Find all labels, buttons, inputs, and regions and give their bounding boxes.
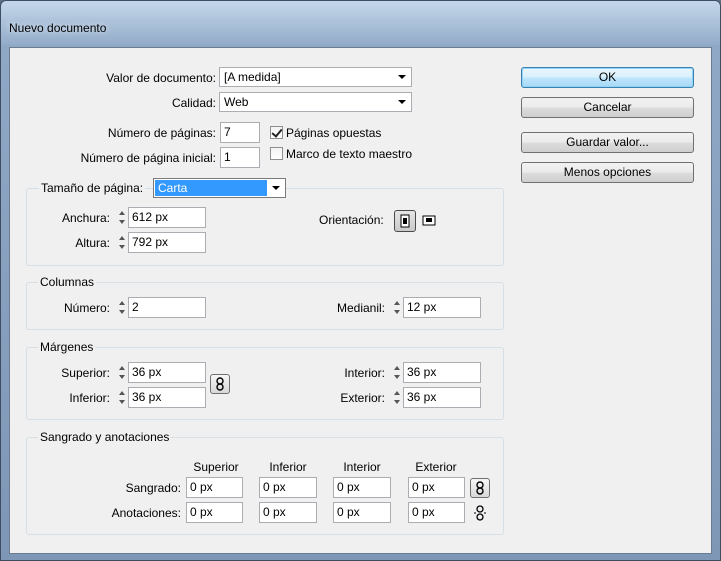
page-size-dropdown[interactable]: Carta <box>153 178 286 198</box>
arrow-down-icon <box>119 310 125 314</box>
margin-top-stepper[interactable] <box>117 362 127 383</box>
pages-label: Número de páginas: <box>107 126 216 140</box>
preset-dropdown[interactable]: [A medida] <box>219 67 412 87</box>
start-page-label: Número de página inicial: <box>80 151 216 165</box>
slug-bottom-input[interactable]: 0 px <box>259 502 317 523</box>
slug-inside-input[interactable]: 0 px <box>333 502 391 523</box>
arrow-up-icon <box>119 366 125 370</box>
title-bar[interactable]: Nuevo documento <box>1 1 720 45</box>
facing-pages-label: Páginas opuestas <box>286 126 382 140</box>
bleed-inside-input[interactable]: 0 px <box>333 477 391 498</box>
fewer-options-button[interactable]: Menos opciones <box>521 162 694 183</box>
dialog-body: Valor de documento: [A medida] Calidad: … <box>9 47 712 554</box>
margin-top-input[interactable]: 36 px <box>128 362 206 383</box>
height-input[interactable]: 792 px <box>128 232 206 253</box>
arrow-up-icon <box>119 236 125 240</box>
margins-link-button[interactable] <box>210 374 230 394</box>
start-page-input[interactable]: 1 <box>220 147 260 168</box>
arrow-down-icon <box>394 310 400 314</box>
margin-inside-label: Interior: <box>344 366 385 380</box>
bleed-top-input[interactable]: 0 px <box>186 477 243 498</box>
arrow-down-icon <box>119 375 125 379</box>
bleed-header-top: Superior <box>193 460 239 474</box>
orientation-label: Orientación: <box>319 213 384 227</box>
master-text-frame-checkbox[interactable] <box>270 147 283 160</box>
bleed-header-inside: Interior <box>343 460 381 474</box>
intent-dropdown[interactable]: Web <box>219 92 412 112</box>
chevron-down-icon <box>272 186 280 190</box>
arrow-up-icon <box>119 391 125 395</box>
intent-value: Web <box>224 95 249 109</box>
margins-group <box>26 347 504 420</box>
bleed-link-button[interactable] <box>470 478 490 498</box>
margin-outside-stepper[interactable] <box>392 387 402 408</box>
width-input[interactable]: 612 px <box>128 207 206 228</box>
slug-outside-input[interactable]: 0 px <box>408 502 465 523</box>
bleed-bottom-input[interactable]: 0 px <box>259 477 317 498</box>
master-text-frame-label: Marco de texto maestro <box>286 147 413 161</box>
chain-link-icon <box>476 481 484 495</box>
margin-inside-input[interactable]: 36 px <box>403 362 481 383</box>
slug-top-input[interactable]: 0 px <box>186 502 243 523</box>
dialog-window: Nuevo documento Valor de documento: [A m… <box>0 0 721 561</box>
broken-chain-link-icon <box>474 505 486 521</box>
arrow-down-icon <box>119 220 125 224</box>
arrow-down-icon <box>394 400 400 404</box>
columns-title: Columnas <box>38 274 97 290</box>
gutter-label: Medianil: <box>336 301 385 315</box>
preset-label: Valor de documento: <box>106 71 216 85</box>
height-label: Altura: <box>75 236 110 250</box>
ok-button[interactable]: OK <box>521 67 694 88</box>
landscape-icon <box>422 215 436 226</box>
margin-bottom-stepper[interactable] <box>117 387 127 408</box>
column-number-input[interactable]: 2 <box>128 297 206 318</box>
bleed-header-bottom: Inferior <box>269 460 307 474</box>
margin-bottom-input[interactable]: 36 px <box>128 387 206 408</box>
slug-label: Anotaciones: <box>111 506 181 520</box>
intent-label: Calidad: <box>171 96 216 110</box>
column-number-stepper[interactable] <box>117 297 127 318</box>
slug-link-button[interactable] <box>472 504 488 522</box>
page-size-value: Carta <box>158 181 188 195</box>
width-label: Anchura: <box>61 211 110 225</box>
facing-pages-checkbox[interactable] <box>270 126 283 139</box>
margin-inside-stepper[interactable] <box>392 362 402 383</box>
arrow-up-icon <box>394 301 400 305</box>
arrow-up-icon <box>394 391 400 395</box>
checkmark-icon <box>271 126 283 138</box>
margin-outside-input[interactable]: 36 px <box>403 387 481 408</box>
margin-outside-label: Exterior: <box>340 391 385 405</box>
arrow-up-icon <box>119 301 125 305</box>
arrow-down-icon <box>394 375 400 379</box>
gutter-stepper[interactable] <box>392 297 402 318</box>
landscape-orientation-button[interactable] <box>420 211 438 229</box>
window-title: Nuevo documento <box>9 21 107 35</box>
bleed-label: Sangrado: <box>125 481 181 495</box>
portrait-icon <box>400 214 410 228</box>
page-size-label: Tamaño de página: <box>39 180 146 196</box>
chain-link-icon <box>216 377 224 391</box>
chevron-down-icon <box>398 75 406 79</box>
column-number-label: Número: <box>63 301 110 315</box>
cancel-button[interactable]: Cancelar <box>521 97 694 118</box>
save-preset-button[interactable]: Guardar valor... <box>521 132 694 153</box>
bleed-outside-input[interactable]: 0 px <box>408 477 465 498</box>
bleed-header-outside: Exterior <box>415 460 457 474</box>
arrow-up-icon <box>394 366 400 370</box>
preset-value: [A medida] <box>224 70 281 84</box>
arrow-down-icon <box>119 245 125 249</box>
height-stepper[interactable] <box>117 232 127 253</box>
arrow-down-icon <box>119 400 125 404</box>
portrait-orientation-button[interactable] <box>394 210 416 232</box>
gutter-input[interactable]: 12 px <box>403 297 481 318</box>
pages-input[interactable]: 7 <box>220 122 260 143</box>
arrow-up-icon <box>119 211 125 215</box>
margins-title: Márgenes <box>38 339 96 355</box>
bleed-slug-title: Sangrado y anotaciones <box>38 429 172 445</box>
margin-bottom-label: Inferior: <box>69 391 110 405</box>
chevron-down-icon <box>398 100 406 104</box>
width-stepper[interactable] <box>117 207 127 228</box>
margin-top-label: Superior: <box>61 366 110 380</box>
